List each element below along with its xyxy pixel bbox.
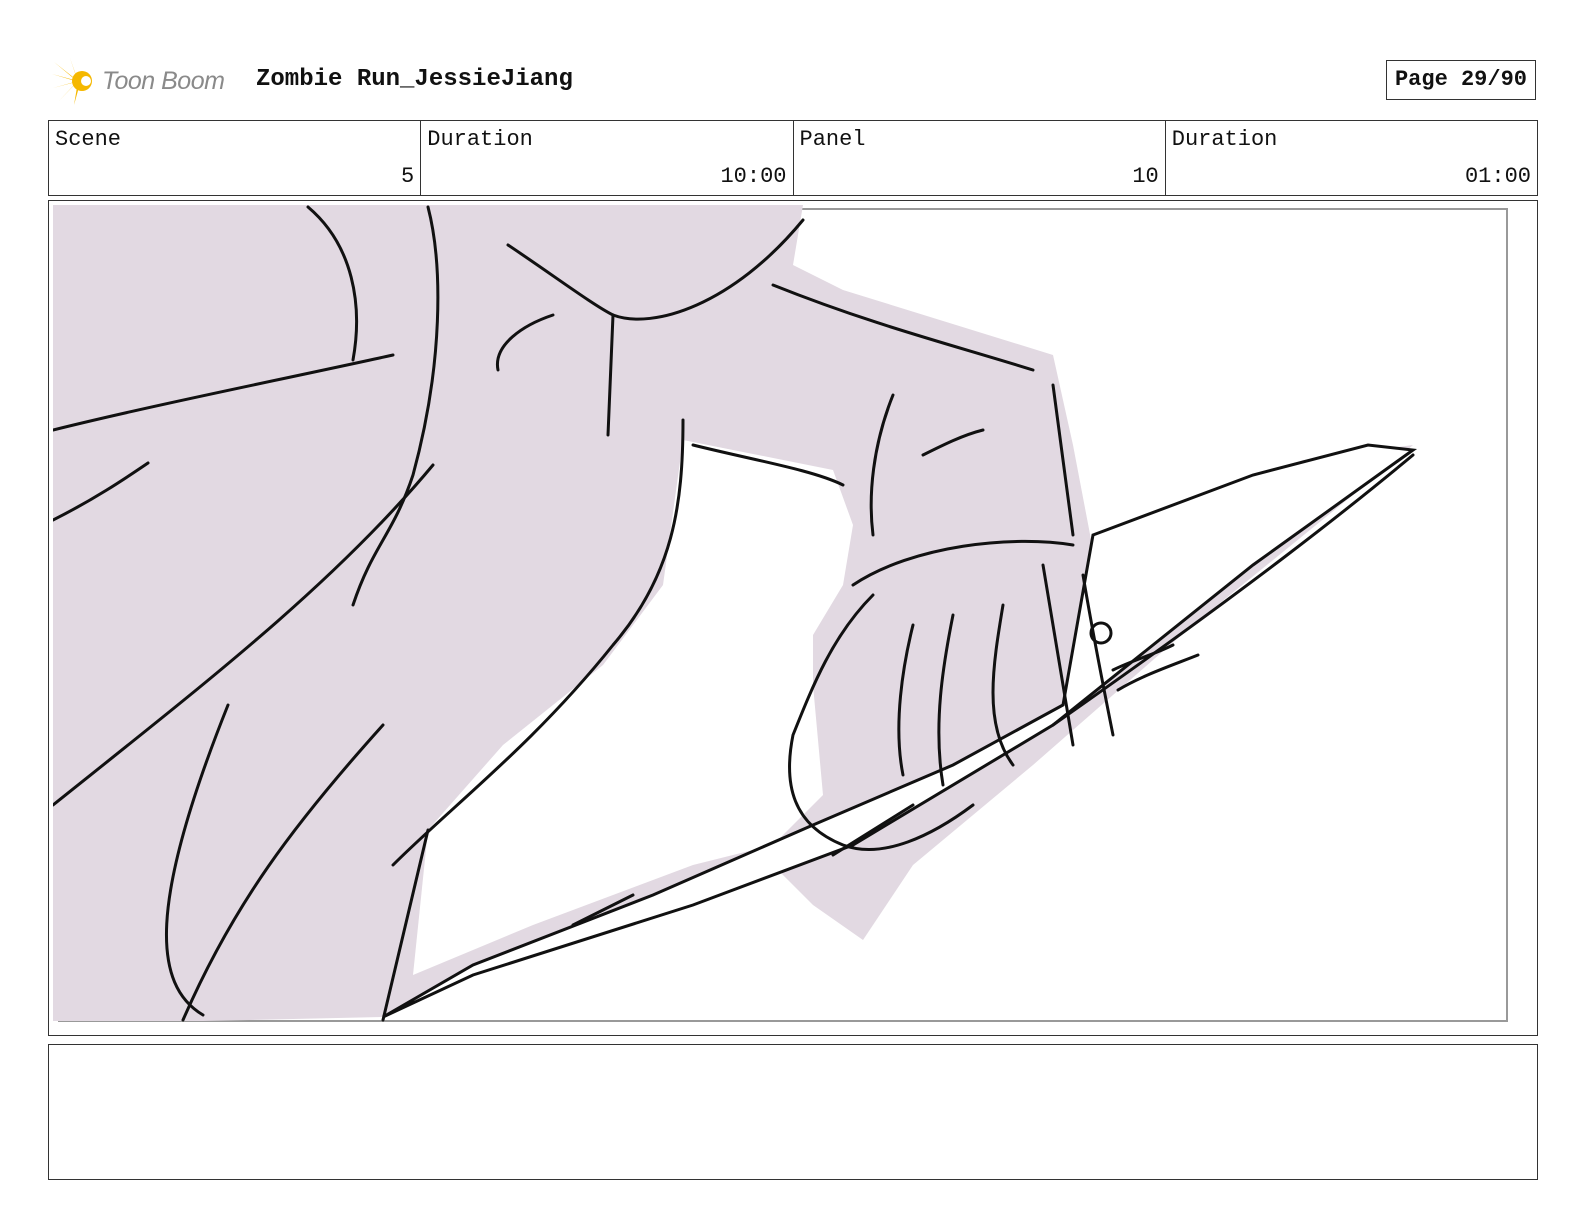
scene-value: 5: [401, 164, 415, 189]
toon-boom-logo: Toon Boom: [52, 56, 242, 106]
panel-value: 10: [1132, 164, 1159, 189]
panel-sketch: [53, 205, 1508, 1022]
page-indicator: Page 29/90: [1385, 60, 1536, 100]
scene-duration-label: Duration: [427, 127, 533, 152]
logo-text: Toon Boom: [102, 66, 225, 95]
panel-duration-value: 01:00: [1464, 164, 1531, 189]
scene-cell: Scene 5: [49, 121, 422, 195]
panel-duration-label: Duration: [1171, 127, 1278, 152]
storyboard-header: Toon Boom Zombie Run_JessieJiang Page 29…: [48, 54, 1536, 108]
scene-label: Scene: [55, 127, 122, 152]
project-title: Zombie Run_JessieJiang: [256, 66, 573, 93]
scene-duration-value: 10:00: [720, 164, 787, 189]
scene-info-table: Scene 5 Duration 10:00 Panel 10 Duration…: [48, 120, 1538, 196]
storyboard-panel: [48, 200, 1538, 1036]
scene-duration-cell: Duration 10:00: [421, 121, 794, 195]
panel-label: Panel: [799, 127, 866, 152]
panel-cell: Panel 10: [794, 121, 1166, 195]
starburst-icon: [52, 58, 92, 105]
panel-duration-cell: Duration 01:00: [1166, 121, 1537, 195]
panel-notes: [48, 1044, 1538, 1180]
